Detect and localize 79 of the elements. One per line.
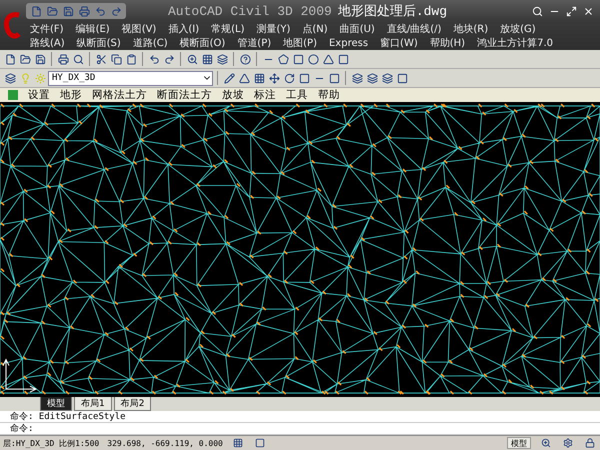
save-icon[interactable] (61, 4, 75, 18)
rectangle-icon[interactable] (297, 71, 311, 85)
printer-icon[interactable] (77, 4, 91, 18)
search-icon[interactable] (532, 6, 543, 16)
menu-item[interactable]: 管道(P) (237, 36, 272, 50)
pencil-icon[interactable] (222, 71, 236, 85)
app-icon (8, 90, 18, 100)
layers-icon[interactable] (365, 71, 379, 85)
settings-icon[interactable] (561, 436, 575, 450)
menu-item[interactable]: 放坡 (222, 88, 244, 102)
menu-item[interactable]: 设置 (28, 88, 50, 102)
menu-item[interactable]: 断面法土方 (157, 88, 212, 102)
menu-item[interactable]: 道路(C) (132, 36, 168, 50)
rectangle-icon[interactable] (336, 52, 350, 66)
printer-icon[interactable] (56, 52, 70, 66)
menu-item[interactable]: 插入(I) (168, 22, 200, 36)
lock-icon[interactable] (583, 436, 597, 450)
save-icon[interactable] (33, 52, 47, 66)
coordinates-text: 329.698, -669.119, 0.000 (107, 438, 223, 448)
triangle-icon[interactable] (321, 52, 335, 66)
layers-icon[interactable] (380, 71, 394, 85)
menu-item[interactable]: 地图(P) (283, 36, 317, 50)
close-icon[interactable] (583, 6, 594, 16)
menu-item[interactable]: 标注 (254, 88, 276, 102)
layout-tab[interactable]: 布局1 (74, 396, 112, 411)
zoom-icon[interactable] (539, 436, 553, 450)
menu-item[interactable]: 帮助 (318, 88, 340, 102)
ucs-axis-icon (2, 358, 38, 393)
menu-item[interactable]: Express (328, 38, 368, 48)
rectangle-icon[interactable] (291, 52, 305, 66)
menu-item[interactable]: 网格法土方 (92, 88, 147, 102)
rectangle-icon[interactable] (395, 71, 409, 85)
menu-item[interactable]: 曲面(U) (340, 22, 375, 36)
circle-icon[interactable] (306, 52, 320, 66)
move-icon[interactable] (267, 71, 281, 85)
command-line: 命令: EditSurfaceStyle (10, 410, 126, 423)
triangle-icon[interactable] (237, 71, 251, 85)
help-icon[interactable] (238, 52, 252, 66)
menu-item[interactable]: 常规(L) (211, 22, 244, 36)
menu-item[interactable]: 视图(V) (122, 22, 156, 36)
search-icon[interactable] (71, 52, 85, 66)
grid-icon[interactable] (200, 52, 214, 66)
layers-icon[interactable] (215, 52, 229, 66)
layer-scale-text: 层:HY_DX_3D 比例1:500 (3, 438, 100, 448)
folder-icon[interactable] (18, 52, 32, 66)
menu-item[interactable]: 放坡(G) (500, 22, 536, 36)
rotate-icon[interactable] (282, 71, 296, 85)
zoom-icon[interactable] (185, 52, 199, 66)
menu-item[interactable]: 文件(F) (30, 22, 64, 36)
menu-item[interactable]: 帮助(H) (430, 36, 466, 50)
window-title: AutoCAD Civil 3D 2009 (168, 4, 332, 18)
folder-icon[interactable] (45, 4, 59, 18)
menu-item[interactable]: 测量(Y) (256, 22, 290, 36)
maximize-icon[interactable] (566, 6, 577, 16)
grid-icon[interactable] (252, 71, 266, 85)
menu-item[interactable]: 地块(R) (453, 22, 488, 36)
menu-item[interactable]: 工具 (286, 88, 308, 102)
layers-icon[interactable] (350, 71, 364, 85)
menu-item[interactable]: 点(N) (302, 22, 328, 36)
model-button[interactable]: 模型 (507, 437, 531, 449)
menu-item[interactable]: 横断面(O) (180, 36, 226, 50)
menu-item[interactable]: 鸿业土方计算7.0 (477, 36, 553, 50)
layout-tab[interactable]: 模型 (40, 396, 72, 411)
menu-item[interactable]: 路线(A) (30, 36, 65, 50)
menu-item[interactable]: 直线/曲线(/) (386, 22, 442, 36)
pentagon-icon[interactable] (276, 52, 290, 66)
copy-icon[interactable] (109, 52, 123, 66)
menu-item[interactable]: 纵断面(S) (76, 36, 121, 50)
layout-tab[interactable]: 布局2 (114, 396, 152, 411)
rectangle-icon[interactable] (327, 71, 341, 85)
menu-item[interactable]: 地形 (60, 88, 82, 102)
command-line: 命令: (10, 422, 34, 435)
scissors-icon[interactable] (94, 52, 108, 66)
menu-item[interactable]: 窗口(W) (380, 36, 418, 50)
tin-mesh-drawing[interactable] (0, 102, 600, 397)
layer-dropdown[interactable]: HY_DX_3D (48, 70, 213, 86)
menu-item[interactable]: 编辑(E) (76, 22, 110, 36)
layers-icon[interactable] (3, 71, 17, 85)
file-name: 地形图处理后.dwg (338, 3, 448, 20)
